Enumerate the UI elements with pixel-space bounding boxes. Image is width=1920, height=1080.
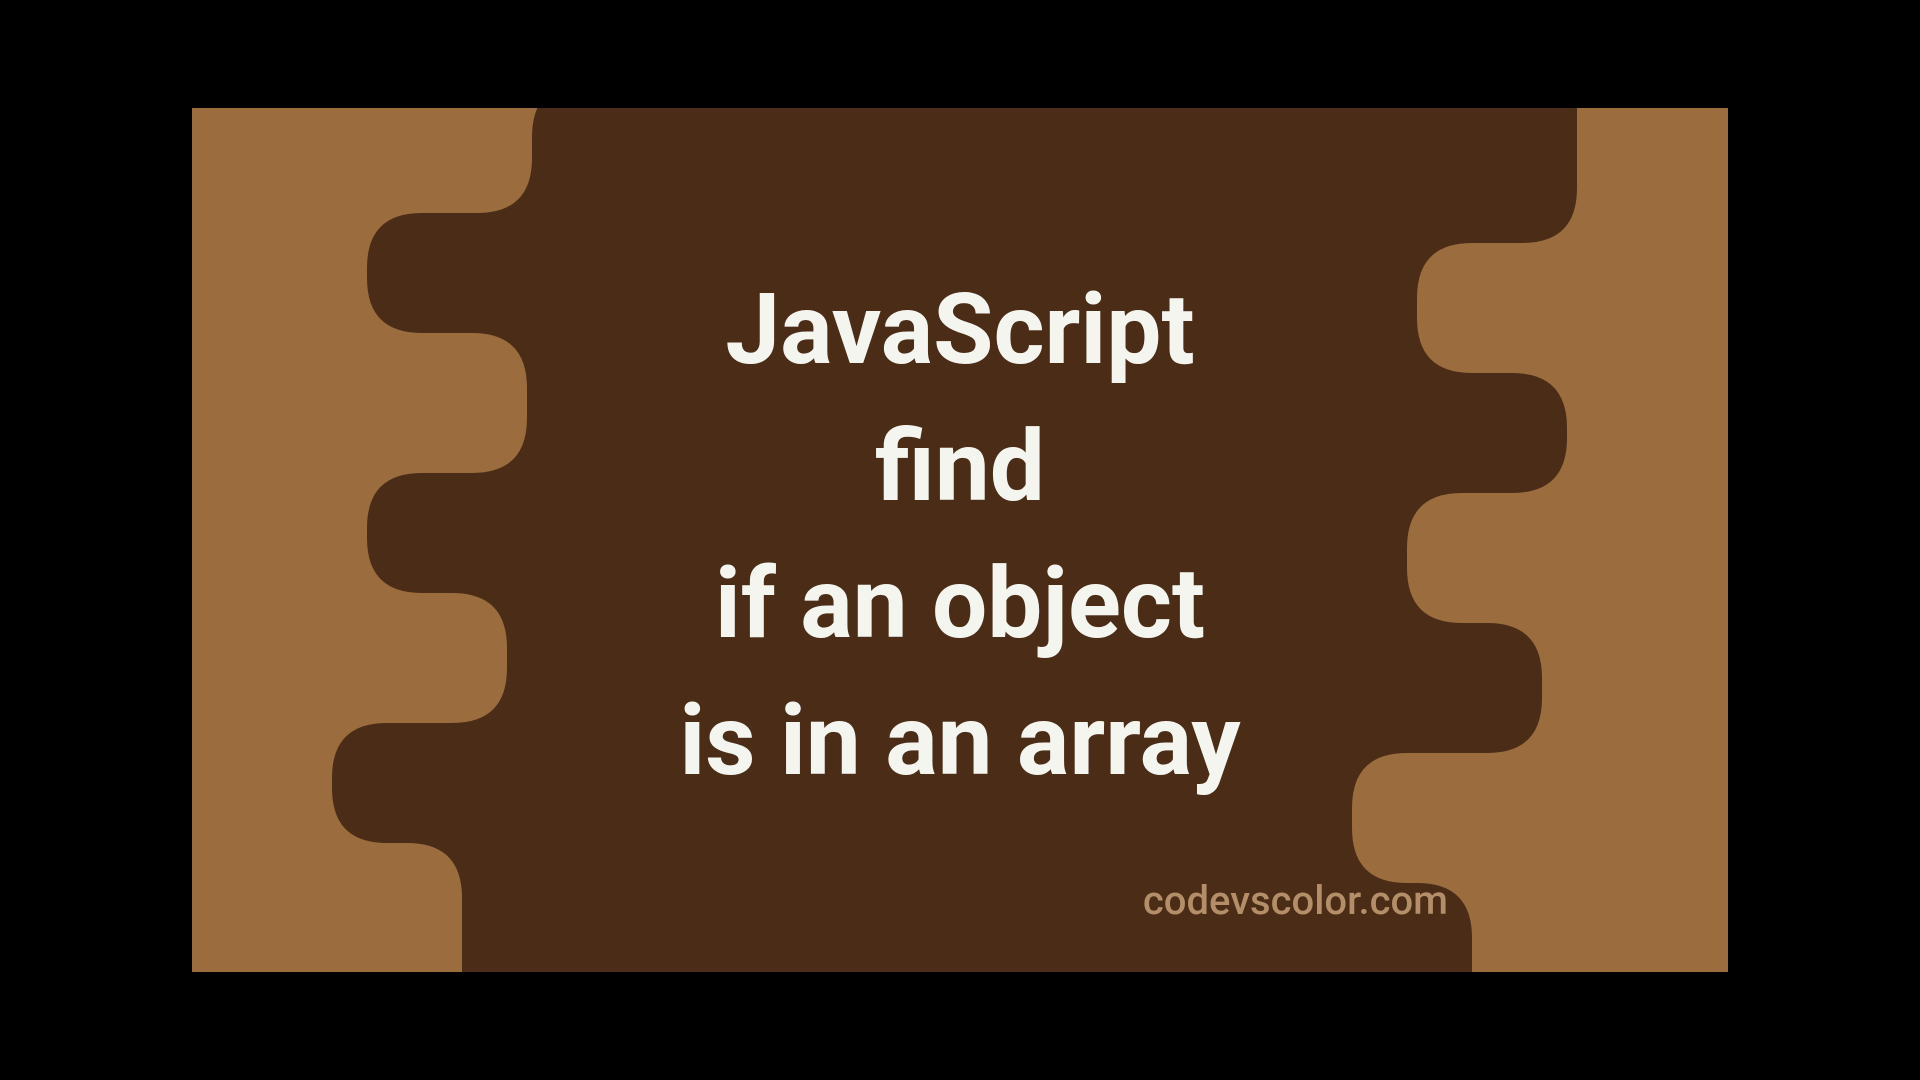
main-title: JavaScript find if an object is in an ar… bbox=[679, 261, 1240, 810]
card-wrapper: JavaScript find if an object is in an ar… bbox=[0, 0, 1920, 1080]
thumbnail-card: JavaScript find if an object is in an ar… bbox=[192, 108, 1728, 972]
content-container: JavaScript find if an object is in an ar… bbox=[192, 108, 1728, 972]
watermark-text: codevscolor.com bbox=[1143, 877, 1448, 924]
